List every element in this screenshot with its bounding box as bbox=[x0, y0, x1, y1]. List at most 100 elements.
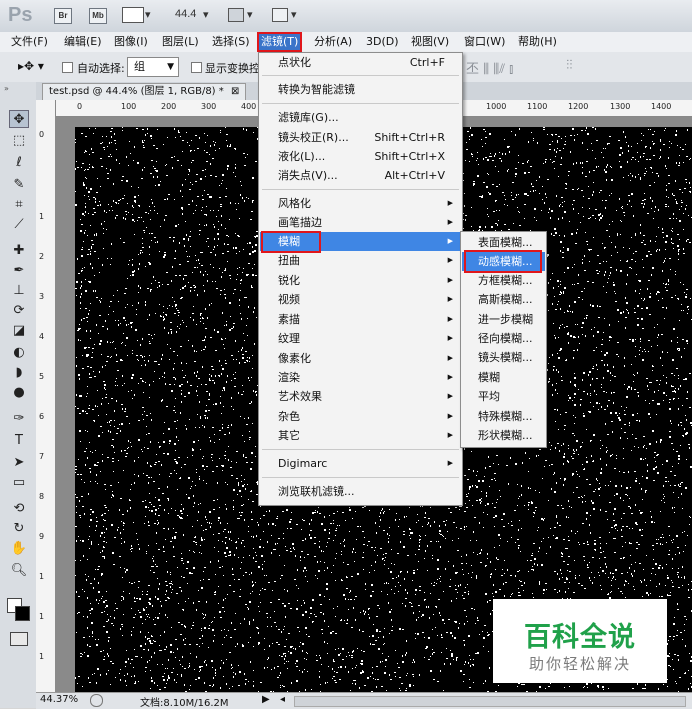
mini-bridge-button[interactable]: Mb bbox=[89, 8, 107, 24]
3d-orbit-icon[interactable]: ↻ bbox=[9, 520, 29, 538]
eraser-icon[interactable]: ◪ bbox=[9, 322, 29, 340]
move-tool-preset-icon[interactable]: ▸✥ ▾ bbox=[18, 59, 44, 73]
submenu-arrow-icon: ▶ bbox=[447, 276, 453, 284]
menu-item-artistic[interactable]: 艺术效果 ▶ bbox=[260, 387, 461, 406]
dodge-tool-icon[interactable]: ● bbox=[9, 384, 29, 402]
menu-item-convert-smart-filter[interactable]: 转换为智能滤镜 bbox=[260, 80, 461, 99]
menu-help[interactable]: 帮助(H) bbox=[516, 34, 559, 50]
scroll-left-icon[interactable]: ◂ bbox=[280, 694, 285, 705]
menu-separator bbox=[262, 75, 459, 76]
chevron-down-icon[interactable]: ▾ bbox=[291, 8, 297, 21]
auto-select-checkbox[interactable] bbox=[62, 60, 76, 73]
quick-mask-icon[interactable] bbox=[10, 632, 28, 646]
menu-item-render[interactable]: 渲染 ▶ bbox=[260, 368, 461, 387]
menu-item-radial-blur[interactable]: 径向模糊... bbox=[462, 329, 545, 348]
menu-item-digimarc[interactable]: Digimarc ▶ bbox=[260, 454, 461, 473]
show-transform-checkbox[interactable] bbox=[191, 60, 205, 73]
menu-item-blur[interactable]: 模糊 ▶ bbox=[260, 232, 461, 251]
distribute-icon[interactable]: ⫶⫶ bbox=[566, 58, 573, 73]
menu-3d[interactable]: 3D(D) bbox=[364, 34, 401, 50]
chevron-down-icon[interactable]: ▾ bbox=[145, 8, 151, 21]
submenu-arrow-icon: ▶ bbox=[447, 392, 453, 400]
menu-item-surface-blur[interactable]: 表面模糊... bbox=[462, 233, 561, 252]
menu-item-pointillize[interactable]: 点状化 Ctrl+F bbox=[260, 53, 461, 72]
menu-image[interactable]: 图像(I) bbox=[112, 34, 150, 50]
document-tab[interactable]: test.psd @ 44.4% (图层 1, RGB/8) * ⊠ bbox=[42, 83, 247, 100]
menu-file[interactable]: 文件(F) bbox=[9, 34, 50, 50]
filter-menu: 点状化 Ctrl+F 转换为智能滤镜 滤镜库(G)... 镜头校正(R)... Sh… bbox=[258, 52, 463, 506]
watermark-logo: 百科全说 助你轻松解决 bbox=[493, 599, 667, 683]
menu-item-vanishing-point[interactable]: 消失点(V)... Alt+Ctrl+V bbox=[260, 166, 461, 185]
menu-item-blur[interactable]: 模糊 bbox=[462, 368, 545, 387]
menu-item-motion-blur[interactable]: 动感模糊... bbox=[462, 252, 545, 271]
align-icons[interactable]: 丕 ⫼ ⫼⫽ ⫾ bbox=[466, 58, 513, 77]
menu-item-noise[interactable]: 杂色 ▶ bbox=[260, 407, 461, 426]
path-selection-icon[interactable]: ➤ bbox=[9, 454, 29, 472]
menu-item-distort[interactable]: 扭曲 ▶ bbox=[260, 251, 461, 270]
menu-layer[interactable]: 图层(L) bbox=[160, 34, 201, 50]
move-tool-icon[interactable]: ✥ bbox=[9, 110, 29, 128]
chevron-down-icon[interactable]: ▾ bbox=[203, 8, 209, 21]
menu-item-blur-more[interactable]: 进一步模糊 bbox=[462, 310, 545, 329]
zoom-level[interactable]: 44.4 bbox=[175, 8, 196, 20]
pen-tool-icon[interactable]: ✑ bbox=[9, 410, 29, 428]
menu-item-sketch[interactable]: 素描 ▶ bbox=[260, 310, 461, 329]
shape-tool-icon[interactable]: ▭ bbox=[9, 474, 29, 492]
status-menu-arrow-icon[interactable]: ▶ bbox=[262, 694, 270, 705]
menu-item-gaussian-blur[interactable]: 高斯模糊... bbox=[462, 290, 545, 309]
brush-tool-icon[interactable]: ✒ bbox=[9, 262, 29, 280]
auto-select-dropdown[interactable]: 组 ▼ bbox=[127, 57, 179, 77]
arrange-documents-icon[interactable] bbox=[228, 8, 244, 22]
marquee-tool-icon[interactable]: ⬚ bbox=[9, 132, 29, 150]
horizontal-scrollbar[interactable] bbox=[294, 696, 686, 707]
clone-stamp-icon[interactable]: ⊥ bbox=[9, 282, 29, 300]
menu-item-browse-filters-online[interactable]: 浏览联机滤镜... bbox=[260, 482, 461, 501]
menu-item-lens-blur[interactable]: 镜头模糊... bbox=[462, 348, 545, 367]
lasso-tool-icon[interactable]: ℓ bbox=[9, 154, 29, 172]
menu-item-sharpen[interactable]: 锐化 ▶ bbox=[260, 271, 461, 290]
eyedropper-icon[interactable]: ⟋ bbox=[9, 216, 29, 234]
healing-brush-icon[interactable]: ✚ bbox=[9, 242, 29, 260]
menu-item-filter-gallery[interactable]: 滤镜库(G)... bbox=[260, 108, 461, 127]
zoom-readout[interactable]: 44.37% bbox=[40, 694, 78, 705]
collapse-icon[interactable]: » bbox=[4, 84, 9, 93]
menu-item-other[interactable]: 其它 ▶ bbox=[260, 426, 461, 445]
document-size: 文档:8.10M/16.2M bbox=[140, 698, 229, 709]
menu-filter[interactable]: 滤镜(T) bbox=[256, 32, 303, 52]
chevron-down-icon[interactable]: ▾ bbox=[247, 8, 253, 21]
menu-separator bbox=[262, 189, 459, 190]
menu-item-video[interactable]: 视频 ▶ bbox=[260, 290, 461, 309]
crop-tool-icon[interactable]: ⌗ bbox=[9, 196, 29, 214]
menu-item-average[interactable]: 平均 bbox=[462, 387, 545, 406]
close-icon[interactable]: ⊠ bbox=[231, 86, 239, 97]
type-tool-icon[interactable]: T bbox=[9, 432, 29, 450]
menu-item-brush-strokes[interactable]: 画笔描边 ▶ bbox=[260, 213, 461, 232]
menu-view[interactable]: 视图(V) bbox=[409, 34, 451, 50]
menu-select[interactable]: 选择(S) bbox=[210, 34, 252, 50]
screen-mode-icon[interactable] bbox=[272, 8, 288, 22]
menu-window[interactable]: 窗口(W) bbox=[462, 34, 507, 50]
3d-rotate-icon[interactable]: ⟲ bbox=[9, 500, 29, 518]
ruler-tick: 4 bbox=[39, 332, 45, 341]
menu-item-pixelate[interactable]: 像素化 ▶ bbox=[260, 349, 461, 368]
menu-item-lens-correction[interactable]: 镜头校正(R)... Shift+Ctrl+R bbox=[260, 128, 461, 147]
menu-edit[interactable]: 编辑(E) bbox=[62, 34, 104, 50]
zoom-tool-icon[interactable]: 🔍︎ bbox=[9, 562, 29, 580]
menu-item-texture[interactable]: 纹理 ▶ bbox=[260, 329, 461, 348]
hand-tool-icon[interactable]: ✋ bbox=[9, 540, 29, 558]
bridge-button[interactable]: Br bbox=[54, 8, 72, 24]
menu-item-smart-blur[interactable]: 特殊模糊... bbox=[462, 407, 545, 426]
quick-selection-icon[interactable]: ✎ bbox=[9, 176, 29, 194]
view-extras-icon[interactable] bbox=[122, 7, 144, 23]
menu-item-stylize[interactable]: 风格化 ▶ bbox=[260, 194, 461, 213]
menu-item-liquify[interactable]: 液化(L)... Shift+Ctrl+X bbox=[260, 147, 461, 166]
blur-tool-icon[interactable]: ◗ bbox=[9, 364, 29, 382]
ruler-tick: 9 bbox=[39, 532, 45, 541]
status-info-icon[interactable] bbox=[90, 694, 103, 707]
menu-item-shape-blur[interactable]: 形状模糊... bbox=[462, 426, 545, 445]
menu-analysis[interactable]: 分析(A) bbox=[312, 34, 354, 50]
history-brush-icon[interactable]: ⟳ bbox=[9, 302, 29, 320]
menu-item-box-blur[interactable]: 方框模糊... bbox=[462, 271, 545, 290]
paint-bucket-icon[interactable]: ◐ bbox=[9, 344, 29, 362]
background-color-swatch[interactable] bbox=[15, 606, 30, 621]
